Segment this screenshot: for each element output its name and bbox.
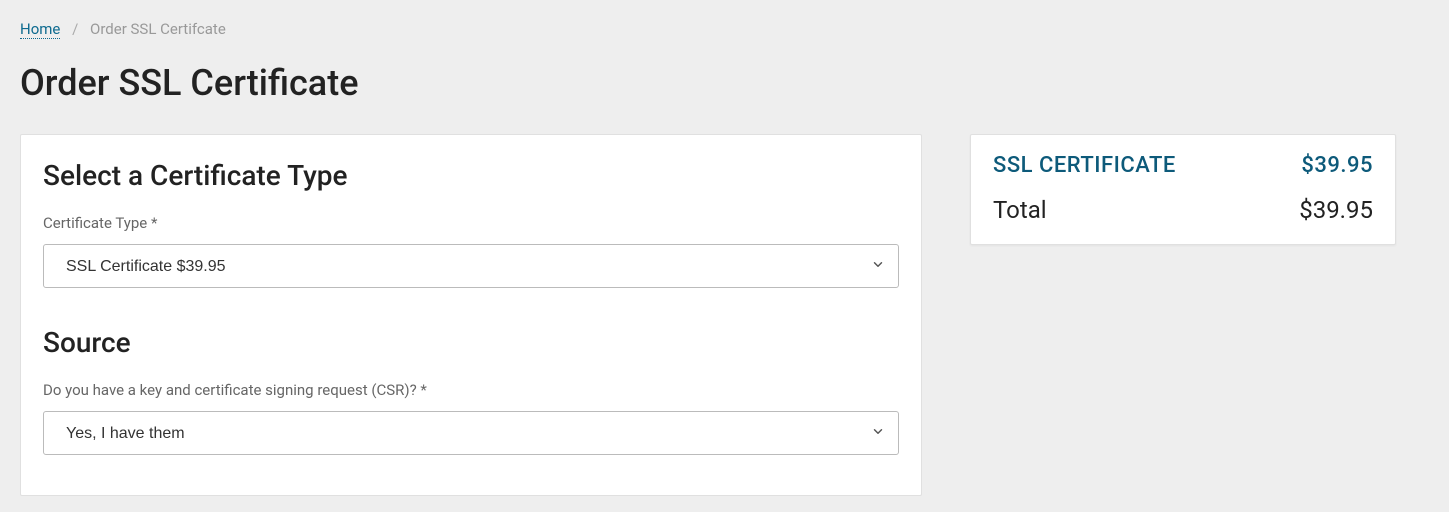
breadcrumb: Home / Order SSL Certifcate — [20, 20, 1429, 38]
summary-total-row: Total $39.95 — [993, 196, 1373, 224]
summary-total-price: $39.95 — [1299, 196, 1373, 224]
breadcrumb-home-link[interactable]: Home — [20, 20, 60, 39]
summary-item-label: SSL CERTIFICATE — [993, 153, 1176, 178]
breadcrumb-current: Order SSL Certifcate — [90, 20, 226, 38]
breadcrumb-separator: / — [72, 20, 78, 38]
cert-type-heading: Select a Certificate Type — [43, 159, 899, 192]
page-title: Order SSL Certificate — [20, 62, 1429, 104]
summary-total-label: Total — [993, 196, 1047, 224]
order-summary-card: SSL CERTIFICATE $39.95 Total $39.95 — [970, 134, 1396, 245]
source-label: Do you have a key and certificate signin… — [43, 381, 899, 399]
cert-type-label: Certificate Type * — [43, 214, 899, 232]
cert-type-select[interactable]: SSL Certificate $39.95 — [43, 244, 899, 288]
source-select[interactable]: Yes, I have them — [43, 411, 899, 455]
summary-item-row: SSL CERTIFICATE $39.95 — [993, 153, 1373, 178]
summary-item-price: $39.95 — [1301, 153, 1373, 178]
order-form-card: Select a Certificate Type Certificate Ty… — [20, 134, 922, 496]
source-heading: Source — [43, 326, 899, 359]
